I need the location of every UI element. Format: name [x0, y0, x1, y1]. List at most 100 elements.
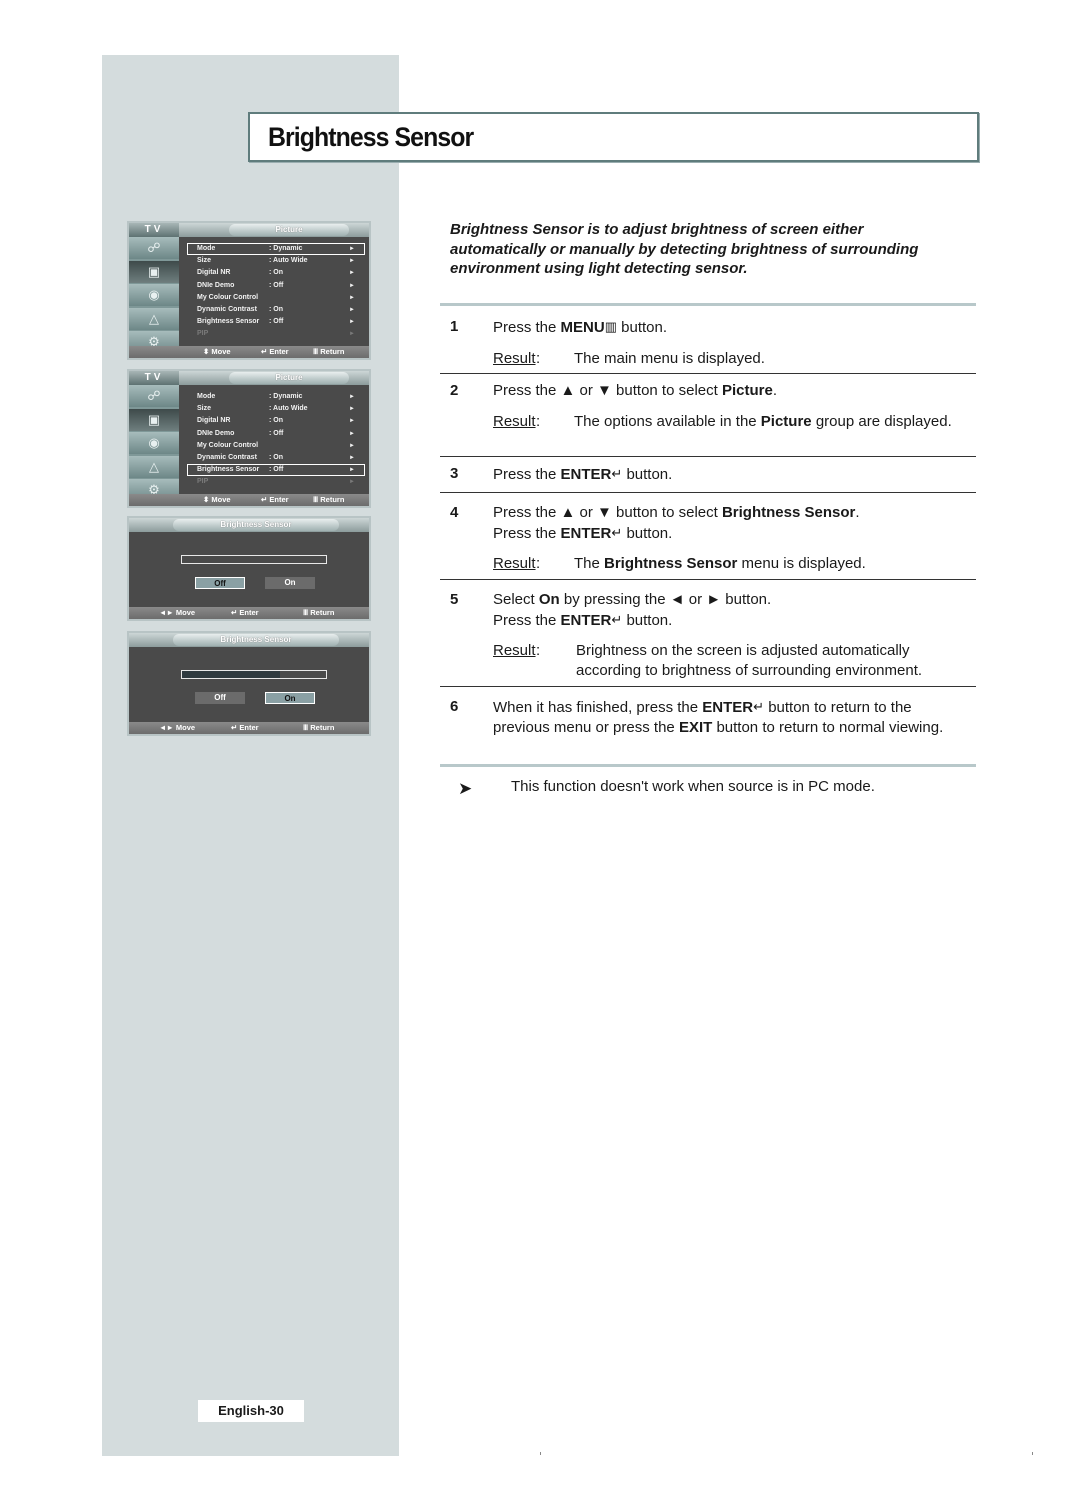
osd-footer: ⬍ Move ↵ Enter Ⅲ Return	[129, 346, 369, 358]
item-label: Digital NR	[197, 417, 231, 425]
enter-icon: ↵	[611, 466, 623, 481]
enter-hint: ↵ Enter	[231, 723, 259, 732]
osd-brightness-dialog-off: Brightness Sensor Off On ◄► Move ↵ Enter…	[127, 516, 371, 621]
chevron-right-icon: ►	[349, 294, 355, 301]
item-value: : Off	[269, 466, 284, 474]
result-text: Brightness on the screen is adjusted aut…	[576, 642, 923, 679]
enter-button-label: ENTER	[702, 699, 754, 716]
item-label: Dynamic Contrast	[197, 305, 257, 313]
chevron-right-icon: ►	[349, 467, 355, 474]
item-label: Dynamic Contrast	[197, 453, 257, 461]
step-1: 1 Press the MENU▥ button. Result: The mai…	[450, 317, 970, 368]
item-label: My Colour Control	[197, 293, 259, 301]
result-colon: :	[536, 555, 541, 572]
step-divider	[440, 579, 976, 580]
chevron-right-icon: ►	[349, 319, 355, 326]
tv-label: TV	[129, 223, 179, 237]
result-label: Result	[493, 412, 536, 430]
osd-footer: ⬍ Move ↵ Enter Ⅲ Return	[129, 494, 369, 506]
chevron-right-icon: ►	[349, 430, 355, 437]
step-text: Press the	[493, 524, 561, 542]
option-off: Off	[195, 692, 245, 704]
step-result: Result: The options available in the Pict…	[493, 412, 970, 432]
osd-menu-item: Mode: Dynamic ►	[187, 391, 365, 403]
option-on: On	[265, 577, 315, 589]
step-number: 4	[450, 504, 459, 521]
result-colon: :	[536, 349, 541, 367]
step-number: 1	[450, 318, 459, 335]
chevron-right-icon: ►	[349, 454, 355, 461]
item-value: : On	[269, 269, 283, 277]
result-text: The main menu is displayed.	[574, 349, 765, 367]
return-hint: Ⅲ Return	[303, 723, 335, 732]
chevron-right-icon: ►	[349, 282, 355, 289]
step-text: by pressing the ◄ or ► button.	[559, 591, 772, 608]
osd-tab-picture: Picture	[229, 372, 349, 384]
result-label: Result	[493, 349, 536, 367]
section-divider	[440, 303, 976, 306]
step-divider	[440, 456, 976, 457]
picture-label: Picture	[721, 382, 773, 399]
step-text: button.	[622, 524, 673, 542]
enter-button-label: ENTER	[560, 524, 612, 542]
chevron-right-icon: ►	[349, 442, 355, 449]
sound-icon: ◉	[129, 432, 179, 454]
chevron-right-icon: ►	[349, 306, 355, 313]
item-label: Mode	[197, 393, 216, 400]
item-value: : Off	[269, 281, 284, 289]
step-text: button.	[622, 466, 673, 483]
osd-menu-items: Mode: Dynamic ► Size: Auto Wide ► Digital NR…	[187, 243, 365, 341]
enter-icon: ↵	[611, 524, 623, 540]
step-number: 2	[450, 382, 459, 399]
input-icon: ☍	[129, 237, 179, 259]
return-hint: Ⅲ Return	[313, 495, 345, 504]
menu-icon: ▥	[604, 319, 617, 334]
step-divider	[440, 492, 976, 493]
picture-icon: ▣	[129, 260, 179, 283]
intro-text: Brightness Sensor is to adjust brightnes…	[450, 221, 919, 277]
osd-footer: ◄► Move ↵ Enter Ⅲ Return	[129, 722, 369, 734]
item-label: Size	[197, 405, 212, 413]
sound-icon: ◉	[129, 284, 179, 306]
crop-mark	[1032, 1452, 1033, 1455]
osd-menu-item: PIP ►	[187, 328, 365, 340]
osd-menu-item: Size: Auto Wide ►	[187, 403, 365, 415]
picture-icon: ▣	[129, 408, 179, 431]
chevron-right-icon: ►	[349, 246, 355, 252]
step-result: Result: The Brightness Sensor menu is dis…	[493, 554, 970, 574]
osd-menu-item: Dynamic Contrast: On ►	[187, 452, 365, 464]
note-arrow-icon: ➤	[458, 779, 473, 798]
tv-label: TV	[129, 371, 179, 385]
brightness-level-fill	[182, 671, 280, 678]
chevron-right-icon: ►	[349, 331, 355, 338]
osd-brightness-dialog-on: Brightness Sensor Off On ◄► Move ↵ Enter…	[127, 631, 371, 736]
enter-hint: ↵ Enter	[231, 608, 259, 617]
item-label: Brightness Sensor	[197, 318, 260, 326]
move-hint: ◄► Move	[159, 723, 196, 732]
input-icon: ☍	[129, 385, 179, 407]
enter-icon: ↵	[753, 699, 765, 714]
osd-menu-item: Mode: Dynamic ►	[187, 243, 365, 256]
step-text: .	[855, 504, 860, 521]
osd-tab-picture: Picture	[229, 224, 349, 236]
item-label: DNIe Demo	[197, 281, 235, 289]
osd-menu-item: Digital NR: On ►	[187, 267, 365, 279]
item-value: : On	[269, 305, 283, 313]
osd-tab-brightness-sensor: Brightness Sensor	[173, 519, 339, 531]
osd-menu-items: Mode: Dynamic ► Size: Auto Wide ► Digital NR…	[187, 391, 365, 489]
option-off: Off	[195, 577, 245, 589]
move-hint: ⬍ Move	[203, 347, 231, 356]
title-box: Brightness Sensor	[248, 112, 979, 162]
on-label: On	[538, 591, 560, 608]
osd-category-icons: ☍ ▣ ◉ △ ⚙	[129, 237, 179, 355]
item-label: PIP	[197, 478, 209, 486]
step-divider	[440, 373, 976, 374]
step-6: 6 When it has finished, press the ENTER↵…	[450, 697, 970, 737]
brightness-sensor-label: Brightness Sensor	[721, 504, 856, 521]
step-text: Press the	[493, 611, 561, 629]
exit-button-label: EXIT	[678, 718, 713, 736]
crop-mark	[540, 1452, 541, 1455]
chevron-right-icon: ►	[349, 258, 355, 265]
section-divider	[440, 764, 976, 767]
item-value: : On	[269, 417, 283, 425]
